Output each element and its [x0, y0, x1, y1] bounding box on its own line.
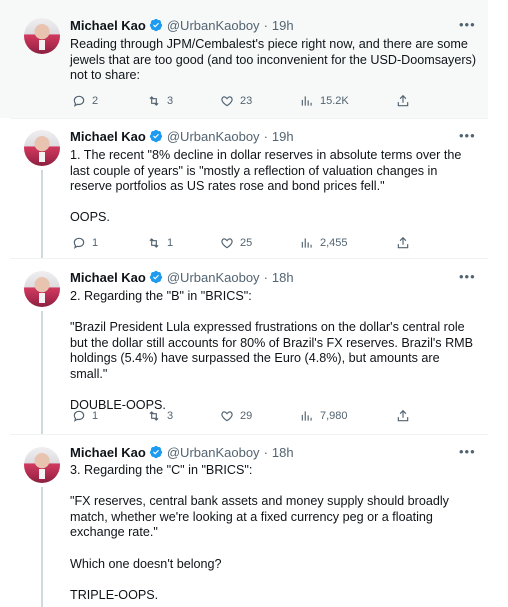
more-icon[interactable]: ••• — [459, 17, 476, 32]
reply-icon — [73, 95, 85, 107]
more-icon[interactable]: ••• — [459, 269, 476, 284]
tweet-header: Michael Kao @UrbanKaoboy · 18h — [70, 269, 294, 285]
reply-icon — [73, 410, 85, 422]
reply-icon — [73, 237, 85, 249]
author-name[interactable]: Michael Kao — [70, 270, 146, 285]
retweet-count: 1 — [167, 237, 174, 249]
timestamp[interactable]: 19h — [272, 18, 294, 33]
retweet-button[interactable]: 1 — [147, 236, 173, 250]
author-name[interactable]: Michael Kao — [70, 129, 146, 144]
like-button[interactable]: 25 — [220, 236, 252, 250]
timestamp[interactable]: 19h — [272, 129, 294, 144]
reply-button[interactable]: 1 — [72, 236, 98, 250]
verified-badge-icon — [149, 270, 162, 284]
tweet-text: 2. Regarding the "B" in "BRICS": "Brazil… — [70, 289, 474, 413]
action-bar: 1 1 25 2,455 — [72, 236, 412, 252]
tweet-text: 1. The recent "8% decline in dollar rese… — [70, 148, 462, 225]
share-icon — [397, 236, 409, 249]
share-icon — [397, 94, 409, 107]
avatar[interactable] — [24, 447, 60, 483]
thread-line — [41, 170, 43, 258]
share-button[interactable] — [396, 94, 410, 108]
reply-count: 2 — [92, 95, 99, 107]
reply-button[interactable]: 1 — [72, 409, 98, 423]
views-icon — [301, 238, 312, 248]
timestamp[interactable]: 18h — [272, 270, 294, 285]
dot-separator: · — [263, 17, 268, 33]
tweet-3[interactable]: Michael Kao @UrbanKaoboy · 18h ••• 2. Re… — [0, 259, 488, 434]
reply-count: 1 — [92, 237, 99, 249]
timestamp[interactable]: 18h — [272, 445, 294, 460]
views-icon — [301, 96, 312, 106]
tweet-text: Reading through JPM/Cembalest's piece ri… — [70, 37, 480, 83]
action-bar: 2 3 23 15.2K — [72, 94, 412, 110]
share-icon — [397, 409, 409, 422]
tweet-2[interactable]: Michael Kao @UrbanKaoboy · 19h ••• 1. Th… — [0, 119, 488, 258]
action-bar: 1 3 29 7,980 — [72, 409, 412, 425]
more-icon[interactable]: ••• — [459, 128, 476, 143]
tweet-header: Michael Kao @UrbanKaoboy · 19h — [70, 17, 294, 33]
retweet-icon — [149, 96, 159, 106]
like-count: 23 — [240, 95, 253, 107]
avatar[interactable] — [24, 130, 60, 166]
verified-badge-icon — [149, 18, 162, 32]
verified-badge-icon — [149, 445, 162, 459]
thread-line — [41, 311, 43, 434]
like-count: 29 — [240, 410, 253, 422]
retweet-count: 3 — [167, 95, 174, 107]
tweet-header: Michael Kao @UrbanKaoboy · 19h — [70, 128, 294, 144]
like-count: 25 — [240, 237, 253, 249]
author-handle[interactable]: @UrbanKaoboy — [167, 18, 260, 33]
like-button[interactable]: 29 — [220, 409, 252, 423]
author-name[interactable]: Michael Kao — [70, 18, 146, 33]
reply-count: 1 — [92, 410, 99, 422]
views-button[interactable]: 2,455 — [300, 236, 348, 250]
views-button[interactable]: 7,980 — [300, 409, 348, 423]
verified-badge-icon — [149, 129, 162, 143]
like-icon — [221, 411, 233, 422]
like-button[interactable]: 23 — [220, 94, 252, 108]
tweet-text: 3. Regarding the "C" in "BRICS": "FX res… — [70, 463, 449, 602]
views-count: 7,980 — [320, 410, 348, 422]
views-button[interactable]: 15.2K — [300, 94, 349, 108]
share-button[interactable] — [396, 236, 410, 250]
author-handle[interactable]: @UrbanKaoboy — [167, 445, 260, 460]
author-handle[interactable]: @UrbanKaoboy — [167, 270, 260, 285]
retweet-button[interactable]: 3 — [147, 409, 173, 423]
dot-separator: · — [263, 269, 268, 285]
dot-separator: · — [263, 128, 268, 144]
dot-separator: · — [263, 444, 268, 460]
thread-line — [41, 487, 43, 607]
retweet-count: 3 — [167, 410, 174, 422]
like-icon — [221, 96, 233, 107]
retweet-icon — [149, 411, 159, 421]
retweet-icon — [149, 238, 159, 248]
avatar[interactable] — [24, 271, 60, 307]
views-count: 15.2K — [320, 95, 349, 107]
retweet-button[interactable]: 3 — [147, 94, 173, 108]
tweet-header: Michael Kao @UrbanKaoboy · 18h — [70, 444, 294, 460]
views-icon — [301, 411, 312, 421]
author-handle[interactable]: @UrbanKaoboy — [167, 129, 260, 144]
avatar[interactable] — [24, 18, 60, 54]
more-icon[interactable]: ••• — [459, 444, 476, 459]
share-button[interactable] — [396, 409, 410, 423]
tweet-4[interactable]: Michael Kao @UrbanKaoboy · 18h ••• 3. Re… — [0, 435, 488, 607]
tweet-1[interactable]: Michael Kao @UrbanKaoboy · 19h ••• Readi… — [0, 0, 488, 118]
like-icon — [221, 238, 233, 249]
reply-button[interactable]: 2 — [72, 94, 98, 108]
author-name[interactable]: Michael Kao — [70, 445, 146, 460]
views-count: 2,455 — [320, 237, 348, 249]
